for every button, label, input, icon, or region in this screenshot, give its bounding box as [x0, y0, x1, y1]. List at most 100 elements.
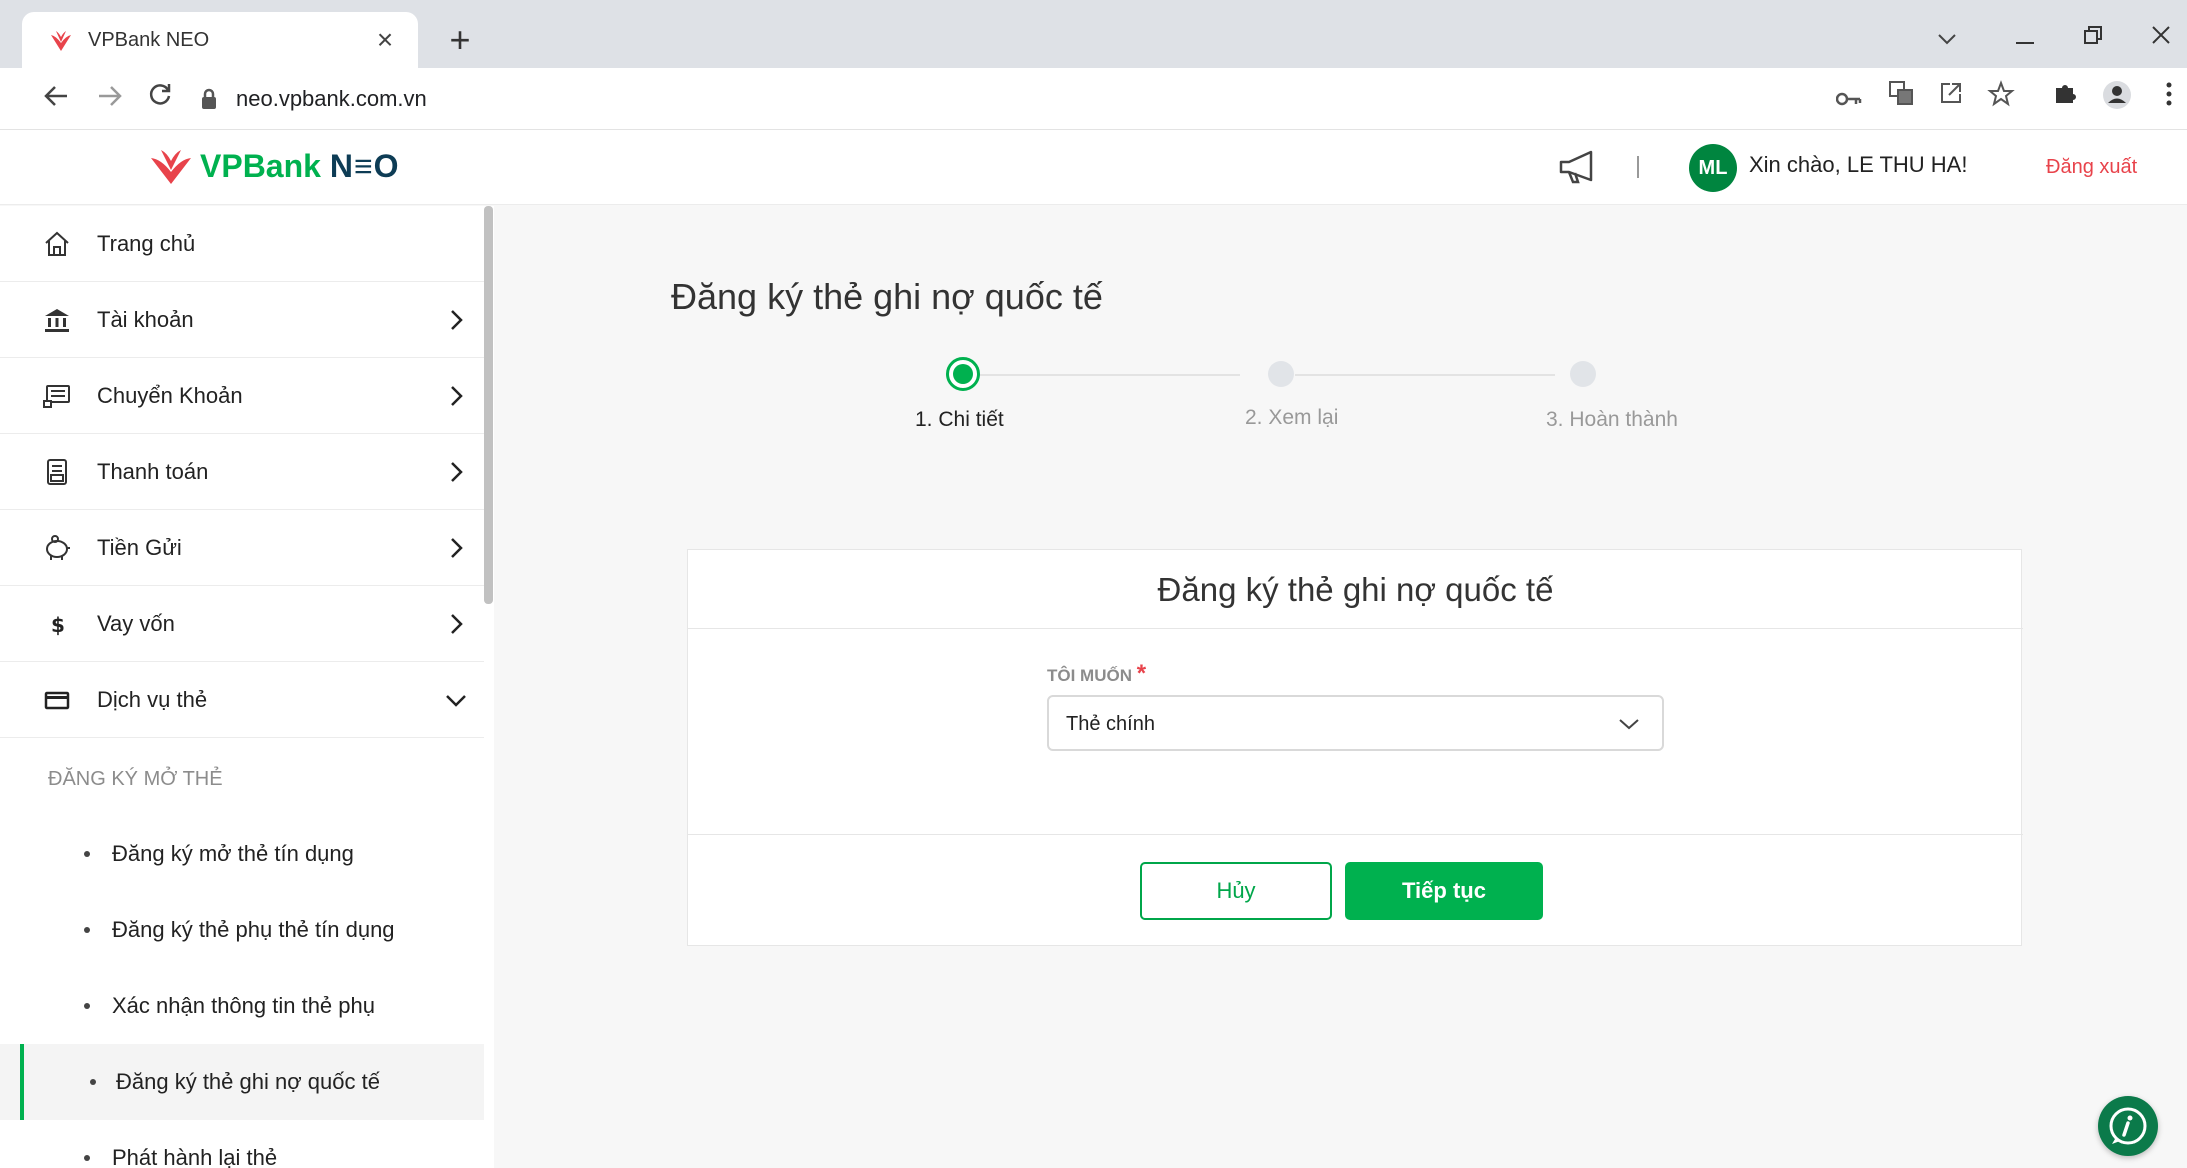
card-title: Đăng ký thẻ ghi nợ quốc tế: [688, 550, 2023, 629]
sidebar-subitem-label: Đăng ký mở thẻ tín dụng: [112, 841, 354, 866]
megaphone-icon[interactable]: [1557, 148, 1601, 188]
url-text: neo.vpbank.com.vn: [236, 86, 427, 111]
new-tab-button[interactable]: +: [438, 18, 482, 62]
sidebar-item-accounts[interactable]: Tài khoản: [0, 282, 484, 358]
tab-list-chevron-icon[interactable]: [1922, 16, 1972, 56]
step-1-indicator: [946, 357, 980, 391]
home-icon: [45, 231, 69, 256]
sidebar-subitem-debit-card-register[interactable]: Đăng ký thẻ ghi nợ quốc tế: [0, 1044, 484, 1120]
card-footer-divider: [688, 834, 2023, 835]
chevron-down-icon: [1619, 719, 1639, 730]
stepper-connector: [1295, 374, 1555, 376]
address-bar[interactable]: neo.vpbank.com.vn: [200, 76, 1820, 122]
forward-arrow-icon[interactable]: [88, 78, 132, 120]
tab-title: VPBank NEO: [88, 28, 210, 51]
extensions-puzzle-icon[interactable]: [2046, 80, 2084, 118]
page-title: Đăng ký thẻ ghi nợ quốc tế: [671, 276, 1103, 317]
sidebar-item-loan[interactable]: $ Vay vốn: [0, 586, 484, 662]
sidebar-item-label: Tiền Gửi: [97, 534, 182, 560]
card-icon: [44, 691, 70, 709]
translate-icon[interactable]: [1882, 80, 1920, 118]
continue-button[interactable]: Tiếp tục: [1345, 862, 1543, 920]
section-label-card-registration: ĐĂNG KÝ MỞ THẺ: [48, 768, 223, 790]
reload-icon[interactable]: [138, 78, 182, 120]
sidebar-item-label: Trang chủ: [97, 230, 196, 256]
step-3-label: 3. Hoàn thành: [1546, 408, 1678, 431]
tab-close-icon[interactable]: ×: [370, 24, 400, 56]
minimize-icon[interactable]: [2000, 16, 2050, 56]
sidebar-subitem-label: Đăng ký thẻ ghi nợ quốc tế: [116, 1069, 380, 1094]
profile-icon[interactable]: [2098, 80, 2136, 118]
vpbank-neo-logo[interactable]: VPBank N≡O: [148, 146, 400, 186]
step-2-label: 2. Xem lại: [1245, 406, 1339, 429]
chevron-right-icon: [451, 537, 463, 558]
close-window-icon[interactable]: [2136, 16, 2186, 56]
chevron-down-icon: [446, 694, 466, 707]
bullet-dot: [90, 1079, 96, 1085]
sidebar-item-home[interactable]: Trang chủ: [0, 206, 484, 282]
field-label-i-want: TÔI MUỐN *: [1047, 660, 1146, 688]
sidebar-item-label: Tài khoản: [97, 306, 194, 332]
sidebar-subitem-reissue-card[interactable]: Phát hành lại thẻ: [0, 1120, 484, 1168]
card-type-select-value: Thẻ chính: [1066, 713, 1155, 735]
registration-form-card: Đăng ký thẻ ghi nợ quốc tế TÔI MUỐN * Th…: [687, 549, 2023, 946]
sidebar-item-label: Thanh toán: [97, 458, 209, 484]
dollar-icon: $: [51, 613, 65, 637]
transfer-icon: [43, 384, 70, 408]
logo-neo-text: N≡O: [329, 147, 400, 184]
browser-tab[interactable]: VPBank NEO ×: [22, 12, 418, 68]
sidebar-item-payment[interactable]: Thanh toán: [0, 434, 484, 510]
sidebar-subitem-credit-card-register[interactable]: Đăng ký mở thẻ tín dụng: [0, 816, 484, 892]
sidebar-subitem-label: Xác nhận thông tin thẻ phụ: [112, 993, 375, 1018]
step-1-label: 1. Chi tiết: [915, 408, 1004, 431]
sidebar-item-label: Chuyển Khoản: [97, 382, 243, 408]
field-label-text: TÔI MUỐN: [1047, 666, 1132, 685]
piggy-bank-icon: [46, 534, 70, 560]
vpbank-favicon-icon: [51, 31, 71, 51]
chevron-right-icon: [451, 461, 463, 482]
sidebar-subitem-label: Phát hành lại thẻ: [112, 1145, 278, 1168]
bullet-dot: [84, 1003, 90, 1009]
browser-tab-bar: VPBank NEO × +: [0, 0, 2187, 68]
header-divider: [1637, 156, 1639, 178]
sidebar-item-transfer[interactable]: Chuyển Khoản: [0, 358, 484, 434]
chevron-right-icon: [451, 613, 463, 634]
sidebar-subitem-supplementary-card[interactable]: Đăng ký thẻ phụ thẻ tín dụng: [0, 892, 484, 968]
sidebar-subitem-confirm-supplementary[interactable]: Xác nhận thông tin thẻ phụ: [0, 968, 484, 1044]
sidebar-item-card-services[interactable]: Dịch vụ thẻ: [0, 662, 484, 738]
step-2-indicator: [1268, 361, 1294, 387]
vpbank-logo-icon: [151, 150, 191, 184]
share-icon[interactable]: [1932, 80, 1970, 118]
sidebar-scrollbar[interactable]: [484, 206, 493, 604]
bill-icon: [47, 458, 67, 485]
cancel-button[interactable]: Hủy: [1140, 862, 1332, 920]
svg-text:$: $: [51, 613, 65, 637]
avatar[interactable]: ML: [1689, 144, 1737, 192]
chevron-right-icon: [451, 385, 463, 406]
sidebar-item-deposit[interactable]: Tiền Gửi: [0, 510, 484, 586]
restore-icon[interactable]: [2068, 16, 2118, 56]
help-chat-button[interactable]: [2098, 1096, 2158, 1156]
sidebar-subitem-label: Đăng ký thẻ phụ thẻ tín dụng: [112, 917, 395, 942]
bullet-dot: [84, 927, 90, 933]
info-chat-icon: [2109, 1107, 2147, 1145]
step-3-indicator: [1570, 361, 1596, 387]
back-arrow-icon[interactable]: [34, 78, 78, 120]
stepper-connector: [980, 374, 1240, 376]
bookmark-star-icon[interactable]: [1982, 80, 2020, 118]
logo-vpbank-text: VPBank: [200, 147, 321, 184]
chevron-right-icon: [451, 309, 463, 330]
required-asterisk: *: [1136, 660, 1147, 687]
bullet-dot: [84, 851, 90, 857]
browser-toolbar: neo.vpbank.com.vn: [0, 68, 2187, 130]
key-icon[interactable]: [1830, 80, 1868, 118]
browser-menu-icon[interactable]: [2150, 80, 2187, 118]
lock-icon: [202, 88, 216, 109]
user-greeting: Xin chào, LE THU HA!: [1749, 152, 1968, 177]
logout-link[interactable]: Đăng xuất: [2046, 156, 2137, 179]
card-type-select[interactable]: Thẻ chính: [1047, 695, 1664, 751]
bank-icon: [45, 308, 69, 332]
bullet-dot: [84, 1155, 90, 1161]
sidebar-item-label: Vay vốn: [97, 610, 175, 636]
sidebar: Trang chủ Tài khoản Chuyển Khoản Thanh t…: [0, 206, 494, 1168]
